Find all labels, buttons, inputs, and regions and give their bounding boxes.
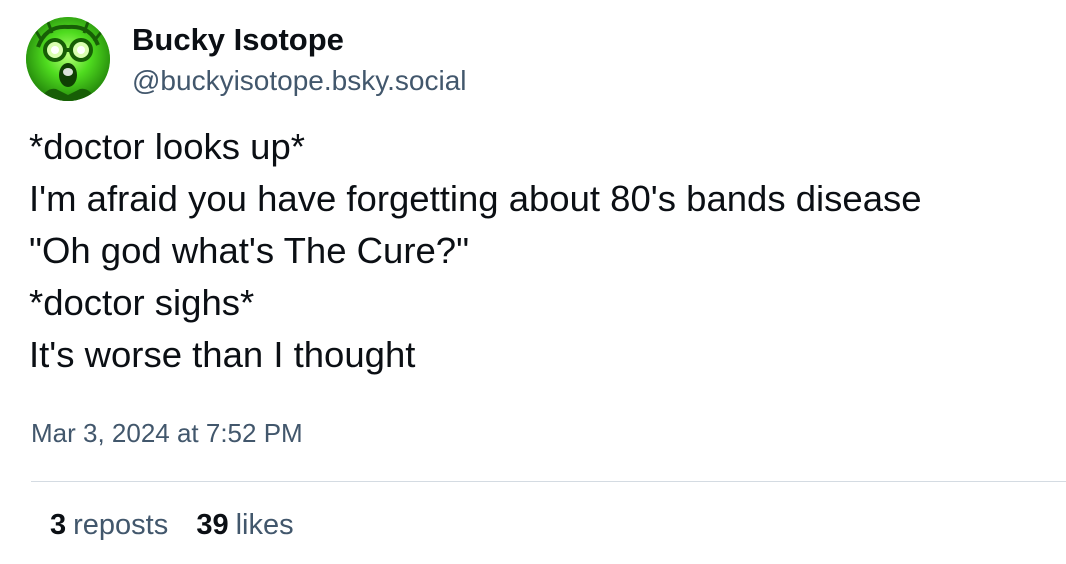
likes-count: 39: [196, 509, 229, 541]
engagement-stats: 3 reposts 39 likes: [50, 505, 294, 545]
post-body: *doctor looks up* I'm afraid you have fo…: [29, 121, 1049, 381]
reposts-label: reposts: [73, 509, 169, 541]
post-line: I'm afraid you have forgetting about 80'…: [29, 178, 922, 219]
glowing-face-icon: [26, 17, 110, 101]
reposts-stat[interactable]: 3 reposts: [50, 505, 168, 545]
avatar[interactable]: [26, 17, 110, 101]
reposts-count: 3: [50, 509, 67, 541]
post-line: *doctor sighs*: [29, 282, 255, 323]
post-timestamp: Mar 3, 2024 at 7:52 PM: [31, 418, 303, 448]
author-display-name[interactable]: Bucky Isotope: [132, 20, 344, 60]
divider: [31, 481, 1066, 482]
post-line: "Oh god what's The Cure?": [29, 230, 470, 271]
post-card: Bucky Isotope @buckyisotope.bsky.social …: [0, 0, 1066, 564]
likes-stat[interactable]: 39 likes: [196, 505, 293, 545]
likes-label: likes: [235, 509, 294, 541]
post-line: *doctor looks up*: [29, 126, 305, 167]
author-handle[interactable]: @buckyisotope.bsky.social: [132, 62, 467, 100]
post-line: It's worse than I thought: [29, 334, 416, 375]
